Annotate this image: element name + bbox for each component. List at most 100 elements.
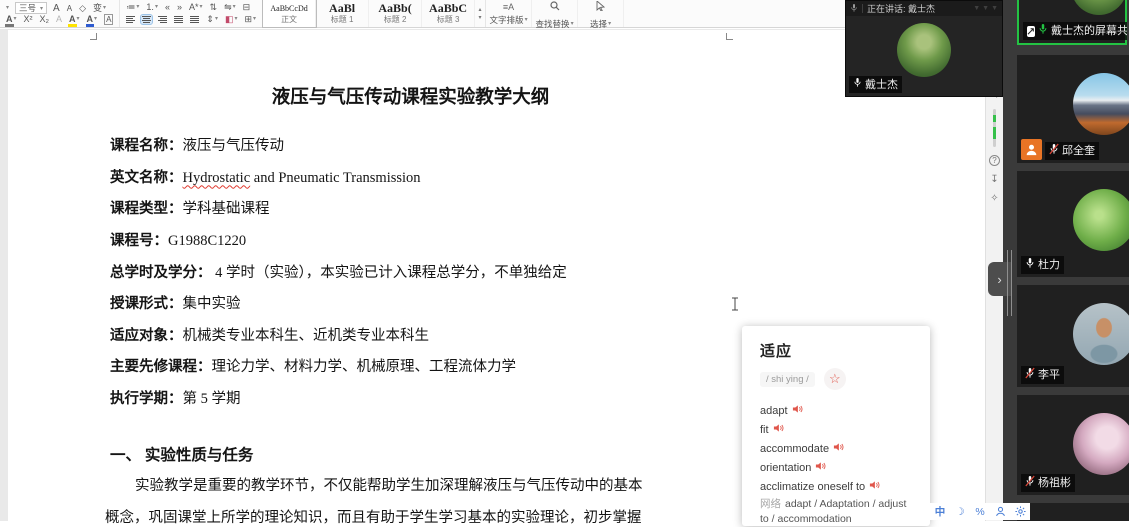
avatar (1073, 73, 1129, 135)
mic-icon (853, 77, 862, 92)
sidebar-resize-handle[interactable] (1007, 250, 1012, 316)
font-name-combo-cut[interactable]: ▾ (5, 3, 10, 14)
line-spacing-button[interactable]: ⇕▾ (205, 14, 219, 25)
doc-field-row: 课程类型：学科基础课程 (110, 197, 730, 229)
sort-button[interactable]: ⇅ (209, 2, 219, 13)
superscript-button[interactable]: X² (23, 14, 34, 25)
clear-format-button[interactable]: ◇ (78, 3, 87, 14)
char-shading-button[interactable]: A (55, 14, 63, 25)
chevron-down-icon: ▾ (103, 3, 106, 14)
triangle-control-icon[interactable]: ▼ (982, 5, 989, 12)
doc-fields: 课程名称：液压与气压传动 英文名称：Hydrostatic and Pneuma… (110, 134, 730, 419)
participant-tile-screenshare[interactable]: 戴士杰的屏幕共 (1017, 0, 1127, 45)
speaking-status-text: 正在讲话: 戴士杰 (867, 2, 935, 15)
volume-slider[interactable] (993, 109, 996, 147)
find-replace-button[interactable]: 查找替换▾ (532, 0, 578, 27)
export-icon[interactable]: ↧ (990, 174, 998, 185)
triangle-control-icon[interactable]: ▼ (991, 5, 998, 12)
subscript-button[interactable]: X₂ (39, 14, 51, 25)
avatar (1073, 413, 1129, 475)
doc-field-row: 课程号：G1988C1220 (110, 229, 730, 261)
font-color-more-button[interactable]: A▾ (5, 14, 18, 25)
grow-font-button[interactable]: A (52, 3, 61, 14)
speaker-window-titlebar[interactable]: 正在讲话: 戴士杰 ▼ ▼ ▼ (846, 1, 1002, 16)
dictionary-toolbar: 中 ☽ % (930, 503, 1030, 520)
mic-on-icon (1025, 257, 1035, 273)
distribute-button[interactable] (189, 15, 200, 24)
participant-name-tag: 李平 (1021, 366, 1064, 384)
align-center-button[interactable] (141, 15, 152, 24)
select-button[interactable]: 选择▾ (578, 0, 624, 27)
screen-share-icon (1027, 26, 1035, 37)
style-heading2[interactable]: AaBb( 标题 2 (369, 0, 422, 27)
percent-icon[interactable]: % (974, 506, 986, 518)
participant-tile[interactable]: 杨祖彬 (1017, 395, 1129, 495)
participant-name-tag: 戴士杰的屏幕共 (1023, 22, 1127, 40)
translate-icon[interactable]: 中 (934, 504, 946, 519)
bullets-icon: ≔ (126, 2, 135, 13)
bullets-button[interactable]: ≔▾ (125, 2, 140, 13)
moon-icon[interactable]: ☽ (954, 506, 966, 518)
text-effects-button[interactable]: A*▾ (188, 2, 204, 13)
text-direction-button[interactable]: ⇋▾ (223, 2, 237, 13)
speaker-audio-icon[interactable] (792, 404, 803, 417)
speaker-video-area: 戴士杰 (846, 16, 1002, 96)
dictionary-popup: 适应 / shi ying / ☆ adapt fit accommodate … (742, 326, 930, 526)
doc-field-row: 执行学期：第 5 学期 (110, 387, 730, 419)
highlight-icon: A (69, 15, 76, 24)
active-speaker-window[interactable]: 正在讲话: 戴士杰 ▼ ▼ ▼ 戴士杰 (845, 0, 1003, 97)
participant-tile-partial[interactable] (1017, 503, 1129, 521)
style-heading3[interactable]: AaBbC 标题 3 (422, 0, 475, 27)
highlight-color-button[interactable]: A▾ (68, 14, 81, 25)
change-case-button[interactable]: 变▾ (92, 3, 107, 14)
speaker-audio-icon[interactable] (773, 423, 784, 436)
profile-badge-icon (1021, 139, 1042, 160)
font-color-button[interactable]: A▾ (86, 14, 99, 25)
participant-tile[interactable]: 杜力 (1017, 171, 1129, 277)
pointer-settings-icon[interactable]: ✧ (990, 193, 998, 204)
ribbon-font-group: ▾ 三号▾ A A ◇ 变▾ A▾ X² X₂ A A▾ A▾ A (0, 0, 120, 27)
justify-button[interactable] (173, 15, 184, 24)
person-icon[interactable] (994, 506, 1006, 517)
dictionary-headword: 适应 (760, 340, 918, 361)
speaker-audio-icon[interactable] (869, 480, 880, 493)
triangle-control-icon[interactable]: ▼ (973, 5, 980, 12)
favorite-star-button[interactable]: ☆ (824, 368, 846, 390)
style-gallery-scroll[interactable]: ▴ ▾ (475, 0, 485, 27)
text-layout-button[interactable]: ≡A 文字排版▾ (486, 0, 532, 27)
text-direction-icon: ⇋ (224, 2, 232, 13)
pinyin-pill: / shi ying / (760, 372, 815, 387)
formatting-marks-button[interactable]: ⊟ (242, 2, 252, 13)
doc-title: 液压与气压传动课程实验教学大纲 (97, 83, 724, 109)
font-size-combo[interactable]: 三号▾ (15, 2, 47, 14)
search-icon (550, 0, 560, 16)
shrink-font-button[interactable]: A (66, 3, 73, 14)
speaker-audio-icon[interactable] (815, 461, 826, 474)
style-normal[interactable]: AaBbCcDd 正文 (263, 0, 316, 27)
speaker-window-controls[interactable]: ▼ ▼ ▼ (973, 5, 998, 12)
style-heading1[interactable]: AaBl 标题 1 (316, 0, 369, 27)
margin-crop-mark-left (90, 33, 97, 40)
dictionary-entry: accommodate (760, 439, 918, 458)
mic-icon (850, 0, 858, 18)
help-icon[interactable]: ? (989, 155, 1000, 166)
decrease-indent-button[interactable]: « (164, 2, 171, 13)
numbering-button[interactable]: 1.▾ (145, 2, 159, 13)
style-gallery: AaBbCcDd 正文 AaBl 标题 1 AaBb( 标题 2 AaBbC 标… (263, 0, 486, 27)
speaker-audio-icon[interactable] (833, 442, 844, 455)
divider (862, 4, 863, 13)
align-right-button[interactable] (157, 15, 168, 24)
doc-field-row: 英文名称：Hydrostatic and Pneumatic Transmiss… (110, 166, 730, 198)
gear-icon[interactable] (1014, 506, 1026, 517)
participant-tile[interactable]: 李平 (1017, 285, 1129, 387)
shading-button[interactable]: ◧▾ (224, 14, 239, 25)
borders-button[interactable]: ⊞▾ (244, 14, 258, 25)
participant-tile[interactable]: 邱全奎 (1017, 55, 1129, 163)
align-left-button[interactable] (125, 15, 136, 24)
spellcheck-underlined-word: Hydrostatic (183, 170, 251, 186)
char-border-button[interactable]: A (103, 14, 114, 25)
eraser-icon: ◇ (79, 3, 86, 14)
participant-name-tag: 邱全奎 (1045, 142, 1099, 160)
doc-section-heading: 一、 实验性质与任务 (110, 443, 253, 465)
increase-indent-button[interactable]: » (176, 2, 183, 13)
